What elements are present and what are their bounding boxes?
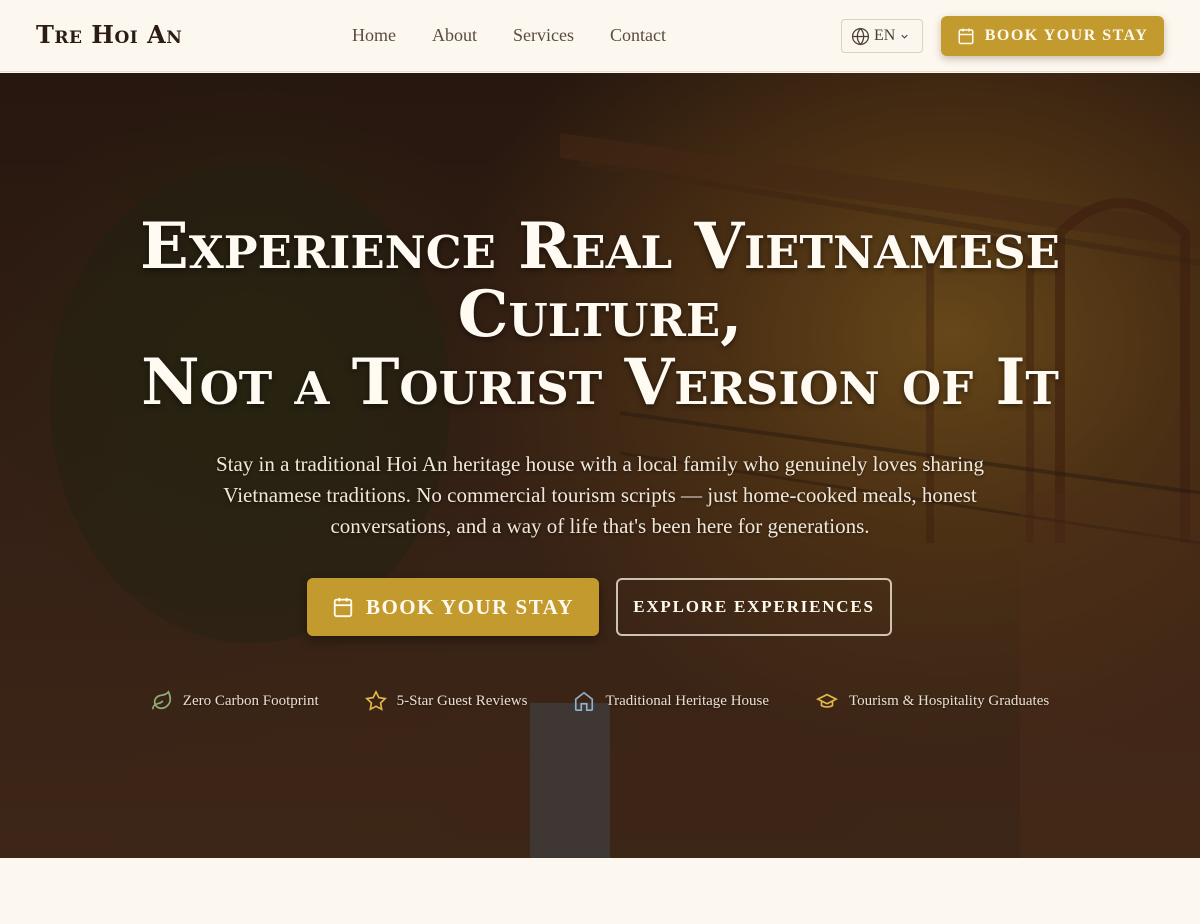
nav-about[interactable]: About <box>432 25 477 46</box>
nav-contact[interactable]: Contact <box>610 25 666 46</box>
next-section <box>0 858 1200 924</box>
nav-home[interactable]: Home <box>352 25 396 46</box>
chevron-down-icon <box>901 34 908 39</box>
nav-services[interactable]: Services <box>513 25 574 46</box>
hero-section: Experience Real Vietnamese Culture, Not … <box>0 73 1200 858</box>
feature-label: Tourism & Hospitality Graduates <box>849 692 1050 709</box>
feature-item: Traditional Heritage House <box>573 690 769 712</box>
hero-book-button[interactable]: BOOK YOUR STAY <box>307 578 599 636</box>
feature-item: Tourism & Hospitality Graduates <box>815 690 1049 712</box>
header-book-button[interactable]: BOOK YOUR STAY <box>941 16 1164 56</box>
language-selector[interactable]: EN <box>841 19 923 53</box>
explore-experiences-button[interactable]: EXPLORE EXPERIENCES <box>616 578 892 636</box>
main-nav: Home About Services Contact <box>352 25 666 46</box>
feature-label: 5-Star Guest Reviews <box>396 692 528 709</box>
calendar-icon <box>958 28 974 45</box>
globe-icon <box>851 27 870 45</box>
language-label: EN <box>874 27 896 44</box>
hero-title-line-3: Not a Tourist Version of It <box>141 345 1059 420</box>
calendar-icon <box>333 597 353 618</box>
hero-book-label: BOOK YOUR STAY <box>365 594 575 619</box>
feature-item: Zero Carbon Footprint <box>151 690 319 712</box>
brand-logo[interactable]: Tre Hoi An <box>36 20 182 49</box>
hero-title-line-2: Culture, <box>457 277 743 352</box>
graduation-cap-icon <box>816 693 839 708</box>
feature-label: Traditional Heritage House <box>605 692 770 709</box>
feature-label: Zero Carbon Footprint <box>182 692 319 709</box>
house-icon <box>575 691 594 711</box>
leaf-icon <box>151 690 171 710</box>
hero-title-line-1: Experience Real Vietnamese <box>140 209 1060 284</box>
feature-list: Zero Carbon Footprint 5-Star Guest Revie… <box>0 690 1200 712</box>
header-book-label: BOOK YOUR STAY <box>984 27 1149 44</box>
star-icon <box>364 690 387 711</box>
site-header: Tre Hoi An Home About Services Contact E… <box>0 0 1200 72</box>
feature-item: 5-Star Guest Reviews <box>364 690 528 712</box>
explore-experiences-label: EXPLORE EXPERIENCES <box>633 597 875 616</box>
hero-title: Experience Real Vietnamese Culture, Not … <box>0 213 1200 417</box>
hero-subtitle: Stay in a traditional Hoi An heritage ho… <box>215 452 985 538</box>
